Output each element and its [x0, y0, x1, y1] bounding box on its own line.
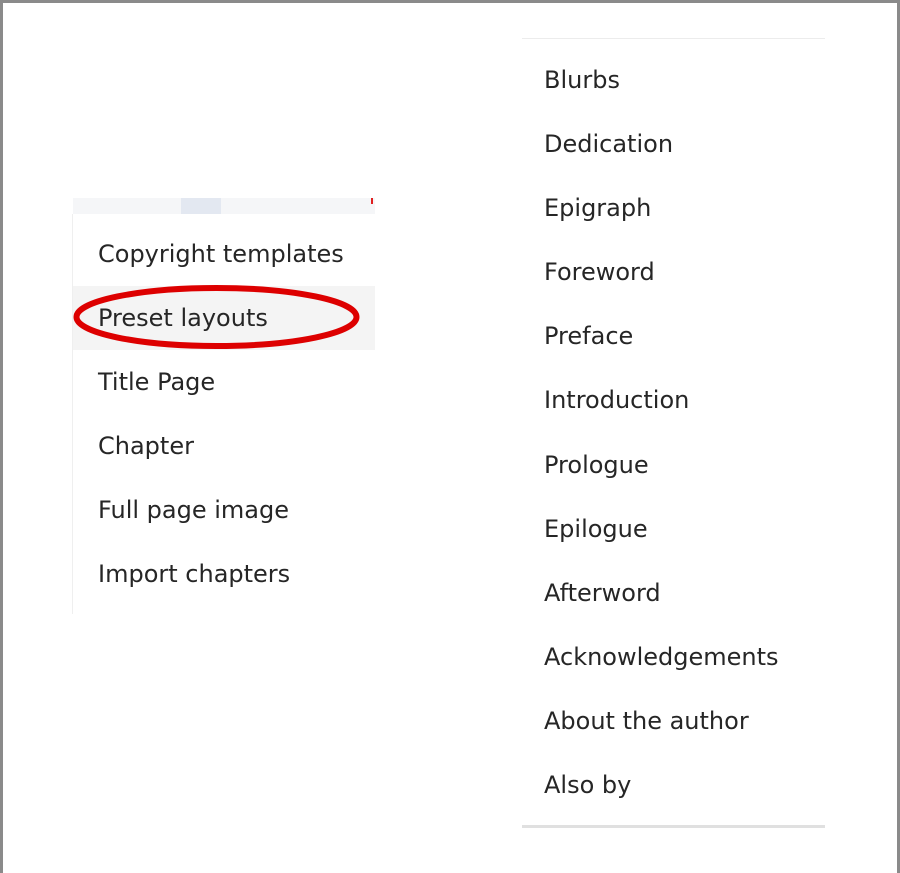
menu-top-strip: [73, 198, 375, 214]
submenu-item-prologue[interactable]: Prologue: [522, 433, 825, 497]
submenu-item-preface[interactable]: Preface: [522, 304, 825, 368]
add-page-menu: Copyright templates Preset layouts Title…: [72, 198, 375, 614]
submenu-item-foreword[interactable]: Foreword: [522, 240, 825, 304]
menu-item-preset-layouts[interactable]: Preset layouts: [73, 286, 375, 350]
submenu-item-introduction[interactable]: Introduction: [522, 368, 825, 432]
submenu-item-epigraph[interactable]: Epigraph: [522, 176, 825, 240]
screenshot-frame: Copyright templates Preset layouts Title…: [0, 0, 900, 873]
menu-item-copyright-templates[interactable]: Copyright templates: [73, 222, 375, 286]
menu-item-chapter[interactable]: Chapter: [73, 414, 375, 478]
submenu-item-epilogue[interactable]: Epilogue: [522, 497, 825, 561]
menu-item-full-page-image[interactable]: Full page image: [73, 478, 375, 542]
menu-top-tab: [181, 198, 221, 214]
submenu-item-blurbs[interactable]: Blurbs: [522, 48, 825, 112]
submenu-item-acknowledgements[interactable]: Acknowledgements: [522, 625, 825, 689]
menu-item-import-chapters[interactable]: Import chapters: [73, 542, 375, 606]
submenu-item-about-the-author[interactable]: About the author: [522, 689, 825, 753]
preset-layouts-submenu: Blurbs Dedication Epigraph Foreword Pref…: [522, 38, 825, 828]
menu-top-marker: [371, 198, 373, 204]
submenu-item-afterword[interactable]: Afterword: [522, 561, 825, 625]
submenu-item-also-by[interactable]: Also by: [522, 753, 825, 817]
submenu-item-dedication[interactable]: Dedication: [522, 112, 825, 176]
menu-item-title-page[interactable]: Title Page: [73, 350, 375, 414]
